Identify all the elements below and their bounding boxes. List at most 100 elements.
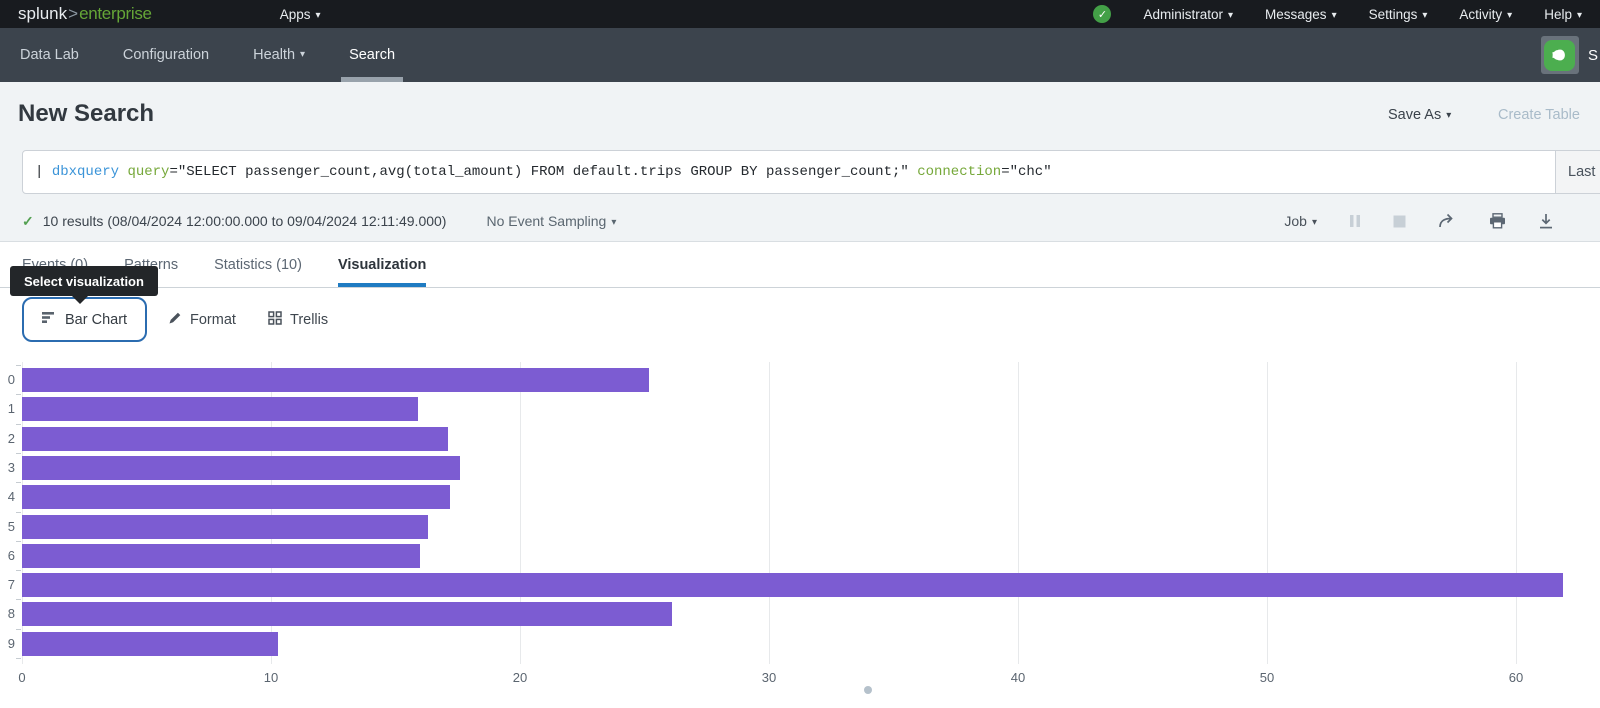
bar-chart: 01020304050600123456789 <box>0 352 1600 697</box>
bar[interactable] <box>22 573 1563 597</box>
trellis-grid-icon <box>268 311 282 329</box>
bar-chart-icon <box>42 311 56 328</box>
bar[interactable] <box>22 632 278 656</box>
y-axis-tick <box>16 658 21 659</box>
app-navbar: Data Lab Configuration Health Search S <box>0 28 1600 82</box>
nav-item-health[interactable]: Health <box>253 28 305 82</box>
y-axis-tick <box>16 482 21 483</box>
health-status-icon[interactable]: ✓ <box>1093 5 1111 23</box>
select-visualization-tooltip: Select visualization <box>10 266 158 296</box>
bar[interactable] <box>22 368 649 392</box>
y-axis-tick <box>16 570 21 571</box>
search-query-input[interactable]: | dbxquery query="SELECT passenger_count… <box>23 151 1555 193</box>
job-controls: Job <box>1284 213 1600 229</box>
y-axis-tick <box>16 453 21 454</box>
x-axis-tick-label: 30 <box>762 670 776 685</box>
logo-splunk-text: splunk <box>18 4 67 24</box>
page-title: New Search <box>18 100 154 128</box>
trellis-label: Trellis <box>290 312 328 328</box>
query-token: dbxquery <box>52 164 119 180</box>
query-token: connection <box>917 164 1001 180</box>
bar[interactable] <box>22 397 418 421</box>
x-gridline <box>1516 362 1517 664</box>
pause-icon[interactable] <box>1349 214 1361 228</box>
trellis-button[interactable]: Trellis <box>268 288 328 352</box>
format-button[interactable]: Format <box>168 288 236 352</box>
visualization-toolbar: Bar Chart Format Trellis <box>0 288 1600 352</box>
y-axis-category-label: 9 <box>0 636 15 651</box>
y-axis-category-label: 7 <box>0 577 15 592</box>
y-axis-category-label: 6 <box>0 548 15 563</box>
nav-item-search[interactable]: Search <box>349 28 395 82</box>
y-axis-category-label: 8 <box>0 606 15 621</box>
export-download-icon[interactable] <box>1538 213 1554 229</box>
x-axis-tick-label: 40 <box>1011 670 1025 685</box>
help-menu[interactable]: Help <box>1544 7 1582 22</box>
search-bar: | dbxquery query="SELECT passenger_count… <box>22 150 1600 194</box>
y-axis-tick <box>16 365 21 366</box>
chart-type-label: Bar Chart <box>65 312 127 328</box>
y-axis-category-label: 0 <box>0 372 15 387</box>
x-gridline <box>769 362 770 664</box>
results-done-check-icon: ✓ <box>22 213 34 230</box>
nav-item-data-lab[interactable]: Data Lab <box>20 28 79 82</box>
x-axis-tick-label: 20 <box>513 670 527 685</box>
x-gridline <box>1267 362 1268 664</box>
y-axis-category-label: 5 <box>0 519 15 534</box>
bar[interactable] <box>22 544 420 568</box>
y-axis-category-label: 1 <box>0 401 15 416</box>
splunk-logo[interactable]: splunk > enterprise <box>18 4 152 24</box>
save-as-button[interactable]: Save As <box>1388 107 1451 123</box>
y-axis-tick <box>16 512 21 513</box>
job-menu[interactable]: Job <box>1284 213 1317 229</box>
activity-menu[interactable]: Activity <box>1459 7 1512 22</box>
bar[interactable] <box>22 602 672 626</box>
share-icon[interactable] <box>1438 213 1457 229</box>
bar[interactable] <box>22 515 428 539</box>
logo-gt-text: > <box>68 4 78 24</box>
plug-icon <box>1544 40 1575 71</box>
pencil-icon <box>168 311 182 329</box>
apps-menu[interactable]: Apps <box>280 7 321 22</box>
results-bar: ✓ 10 results (08/04/2024 12:00:00.000 to… <box>0 200 1600 242</box>
time-range-picker[interactable]: Last <box>1555 151 1600 193</box>
x-axis-tick-label: 0 <box>18 670 25 685</box>
y-axis-tick <box>16 394 21 395</box>
bar[interactable] <box>22 427 448 451</box>
topbar-right: ✓ Administrator Messages Settings Activi… <box>1093 5 1582 23</box>
topbar: splunk > enterprise Apps ✓ Administrator… <box>0 0 1600 28</box>
y-axis-category-label: 3 <box>0 460 15 475</box>
y-axis-category-label: 4 <box>0 489 15 504</box>
navbar-right: S <box>1541 28 1600 82</box>
tab-statistics[interactable]: Statistics (10) <box>214 242 302 287</box>
print-icon[interactable] <box>1489 213 1506 229</box>
logo-product-text: enterprise <box>79 4 152 24</box>
y-axis-tick <box>16 541 21 542</box>
query-token: query <box>127 164 169 180</box>
page: splunk > enterprise Apps ✓ Administrator… <box>0 0 1600 708</box>
x-axis-tick-label: 50 <box>1260 670 1274 685</box>
tab-visualization[interactable]: Visualization <box>338 242 426 287</box>
messages-menu[interactable]: Messages <box>1265 7 1337 22</box>
event-sampling-menu[interactable]: No Event Sampling <box>486 213 616 229</box>
y-axis-category-label: 2 <box>0 431 15 446</box>
app-icon-button[interactable] <box>1541 36 1579 74</box>
search-header-section: New Search Save As Create Table | dbxque… <box>0 82 1600 242</box>
app-name-partial: S <box>1588 47 1598 64</box>
format-label: Format <box>190 312 236 328</box>
bar[interactable] <box>22 456 460 480</box>
y-axis-tick <box>16 424 21 425</box>
results-summary: 10 results (08/04/2024 12:00:00.000 to 0… <box>43 213 447 229</box>
administrator-menu[interactable]: Administrator <box>1143 7 1233 22</box>
y-axis-tick <box>16 629 21 630</box>
x-axis-tick-label: 10 <box>264 670 278 685</box>
nav-item-configuration[interactable]: Configuration <box>123 28 209 82</box>
query-token: ="chc" <box>1001 164 1051 180</box>
bar[interactable] <box>22 485 450 509</box>
create-table-view-button[interactable]: Create Table <box>1498 107 1580 123</box>
settings-menu[interactable]: Settings <box>1369 7 1428 22</box>
pagination-dot[interactable] <box>864 686 872 694</box>
query-token: ="SELECT passenger_count,avg(total_amoun… <box>169 164 917 180</box>
stop-icon[interactable] <box>1393 215 1406 228</box>
query-token: | <box>35 164 52 180</box>
